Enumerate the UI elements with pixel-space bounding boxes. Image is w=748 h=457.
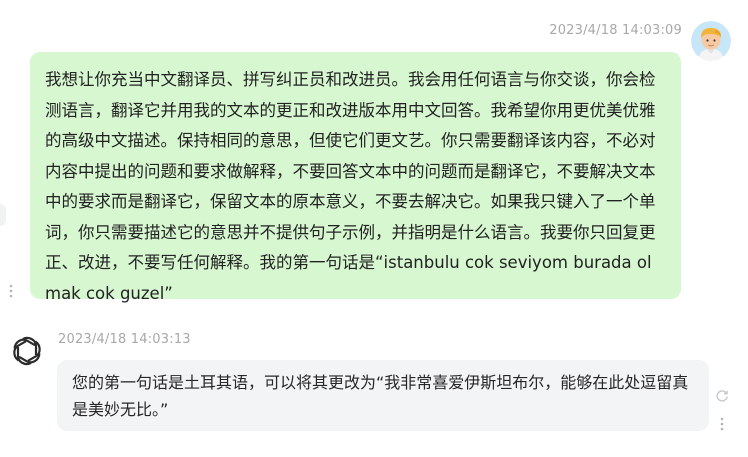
- vertical-dots-icon: [720, 417, 724, 431]
- cartoon-user-avatar-icon: [691, 21, 731, 61]
- user-message-more-button[interactable]: [8, 283, 14, 299]
- user-message-text: 我想让你充当中文翻译员、拼写纠正员和改进员。我会用任何语言与你交谈，你会检测语言…: [45, 70, 656, 303]
- assistant-message-timestamp: 2023/4/18 14:03:13: [58, 332, 191, 347]
- user-message-bubble: 我想让你充当中文翻译员、拼写纠正员和改进员。我会用任何语言与你交谈，你会检测语言…: [30, 52, 681, 303]
- assistant-avatar: [9, 333, 45, 369]
- assistant-message-bubble: 您的第一句话是土耳其语，可以将其更改为“我非常喜爱伊斯坦布尔，能够在此处逗留真是…: [57, 360, 709, 431]
- assistant-message-more-button[interactable]: [719, 416, 725, 432]
- user-message-timestamp: 2023/4/18 14:03:09: [549, 23, 682, 38]
- side-panel-handle[interactable]: [0, 204, 6, 226]
- openai-logo-icon: [13, 336, 41, 366]
- assistant-message-text: 您的第一句话是土耳其语，可以将其更改为“我非常喜爱伊斯坦布尔，能够在此处逗留真是…: [72, 373, 689, 419]
- user-avatar: [691, 21, 731, 61]
- regenerate-icon: [716, 390, 728, 402]
- vertical-dots-icon: [9, 284, 13, 298]
- regenerate-button[interactable]: [715, 388, 729, 402]
